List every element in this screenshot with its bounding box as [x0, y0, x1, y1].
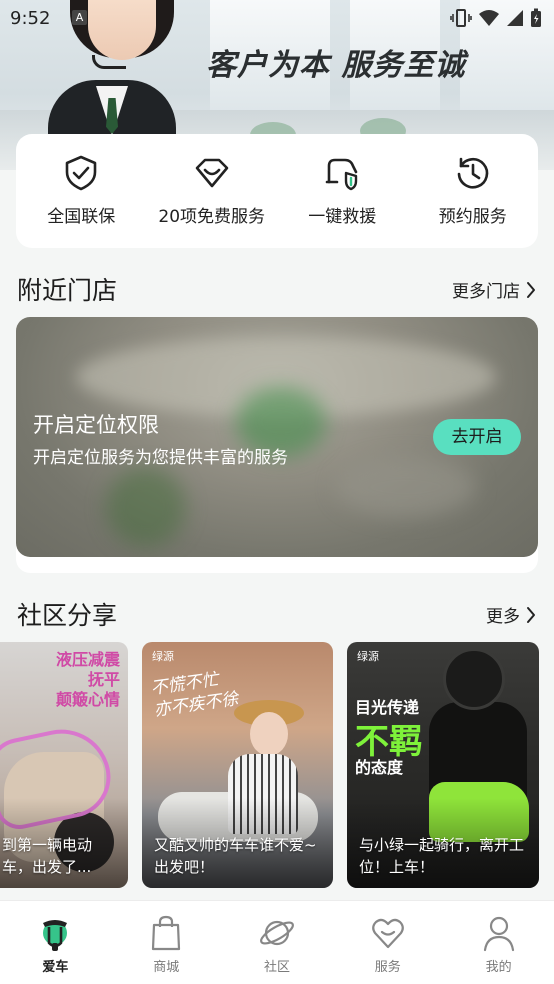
bottom-nav: 爱车 商城 社区 服务 我的	[0, 900, 554, 984]
service-free-items[interactable]: 20项免费服务	[147, 134, 278, 248]
chevron-right-icon	[527, 281, 535, 298]
status-time: 9:52	[10, 8, 51, 29]
community-post-card[interactable]: 绿源 目光传递 不羁 的态度 与小绿一起骑行，离开工位！上车！	[347, 642, 539, 888]
service-rescue[interactable]: 一键救援	[277, 134, 408, 248]
battery-icon	[531, 8, 541, 27]
post-caption: 到第一辆电动车，出发了...	[2, 836, 93, 876]
post-caption: 与小绿一起骑行，离开工位！上车！	[359, 836, 525, 876]
service-appointment[interactable]: 预约服务	[408, 134, 539, 248]
service-label: 全国联保	[47, 207, 116, 227]
nav-label: 商城	[153, 960, 180, 975]
chevron-right-icon	[527, 606, 535, 623]
brand-logo: 绿源	[357, 650, 379, 663]
enable-location-button[interactable]: 去开启	[433, 419, 521, 455]
nav-label: 社区	[263, 960, 290, 975]
service-nationwide-warranty[interactable]: 全国联保	[16, 134, 147, 248]
community-title: 社区分享	[17, 601, 118, 630]
vibrate-icon	[450, 9, 472, 27]
nav-label: 爱车	[42, 960, 69, 975]
community-post-card[interactable]: 绿源 不慌不忙 亦不疾不徐 又酷又帅的车车谁不爱~出发吧！	[142, 642, 333, 888]
signal-icon	[507, 10, 523, 26]
location-permission-desc: 开启定位服务为您提供丰富的服务	[33, 448, 288, 468]
shield-check-icon	[65, 155, 97, 191]
location-permission-title: 开启定位权限	[33, 413, 159, 437]
post-image-text: 液压减震 抚平 颠簸心情	[55, 650, 120, 709]
service-label: 一键救援	[308, 207, 377, 227]
planet-icon	[260, 920, 294, 946]
nav-label: 我的	[485, 960, 512, 975]
more-stores-label: 更多门店	[452, 282, 520, 302]
more-community-label: 更多	[486, 607, 520, 627]
nav-service[interactable]: 服务	[332, 901, 443, 984]
my-scooter-icon	[43, 920, 68, 951]
nav-community[interactable]: 社区	[222, 901, 333, 984]
nav-my-car[interactable]: 爱车	[0, 901, 111, 984]
nav-profile[interactable]: 我的	[443, 901, 554, 984]
shopping-bag-icon	[152, 915, 181, 951]
heart-icon	[371, 918, 404, 949]
heart-badge-icon	[195, 158, 229, 188]
input-method-badge: A	[72, 10, 87, 25]
post-image-text: 不慌不忙 亦不疾不徐	[149, 669, 240, 721]
nearby-stores-title: 附近门店	[17, 276, 118, 305]
profile-icon	[483, 916, 514, 952]
post-headline: 的态度	[355, 758, 404, 777]
services-card: 全国联保 20项免费服务 一键救援 预约服务	[16, 134, 538, 248]
nearby-store-card: 开启定位权限 开启定位服务为您提供丰富的服务 去开启	[16, 317, 538, 573]
hero-slogan: 客户为本 服务至诚	[206, 48, 466, 83]
nav-mall[interactable]: 商城	[111, 901, 222, 984]
status-bar: 9:52 A	[0, 0, 554, 36]
nav-label: 服务	[374, 960, 401, 975]
wifi-icon	[479, 10, 499, 26]
service-label: 20项免费服务	[158, 207, 266, 227]
location-permission-banner: 开启定位权限 开启定位服务为您提供丰富的服务 去开启	[16, 317, 538, 557]
more-stores-link[interactable]: 更多门店	[452, 277, 536, 302]
service-label: 预约服务	[438, 207, 507, 227]
scooter-shield-icon	[325, 158, 358, 191]
brand-logo: 绿源	[152, 650, 174, 663]
post-caption: 又酷又帅的车车谁不爱~出发吧！	[154, 836, 317, 876]
clock-history-icon	[457, 157, 489, 189]
more-community-link[interactable]: 更多	[486, 602, 536, 627]
community-post-card[interactable]: 液压减震 抚平 颠簸心情 到第一辆电动车，出发了...	[0, 642, 128, 888]
